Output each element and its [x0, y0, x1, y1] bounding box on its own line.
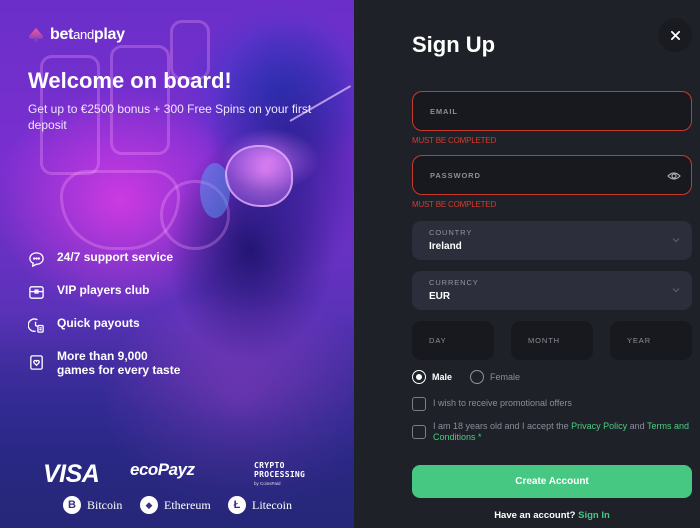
chevron-down-icon: [672, 238, 680, 243]
treasure-chest-icon: [29, 286, 44, 299]
promo-panel: betandplay Welcome on board! Get up to €…: [0, 0, 354, 528]
coin-name: Bitcoin: [87, 497, 123, 512]
crescent-icon: [234, 465, 243, 484]
bitcoin-logo: B Bitcoin: [63, 496, 122, 514]
signup-panel: Sign Up EMAIL MUST BE COMPLETED PASSWORD…: [354, 0, 700, 528]
password-error: MUST BE COMPLETED: [412, 200, 497, 209]
chevron-down-icon: [672, 288, 680, 293]
feature-item: More than 9,000 games for every taste: [28, 349, 187, 377]
password-field[interactable]: PASSWORD: [412, 155, 692, 195]
feature-label: Quick payouts: [57, 316, 140, 330]
required-marker: *: [475, 432, 482, 442]
hero-glasses-lens: [225, 145, 293, 207]
radio-label: Male: [432, 372, 453, 382]
promo-optin-checkbox-row: I wish to receive promotional offers: [412, 397, 697, 411]
year-select[interactable]: YEAR: [610, 321, 692, 360]
brand-logo[interactable]: betandplay: [28, 26, 125, 44]
have-account-text: Have an account?: [494, 510, 579, 521]
gender-radio-group: Male Female: [412, 370, 538, 384]
eye-icon[interactable]: [667, 169, 681, 183]
bitcoin-icon: B: [63, 496, 81, 514]
clock-payout-icon: [28, 318, 44, 333]
day-select[interactable]: DAY: [412, 321, 494, 360]
feature-label: More than 9,000 games for every taste: [57, 349, 181, 377]
terms-checkbox-row: I am 18 years old and I accept the Priva…: [412, 421, 697, 443]
promo-heading: Welcome on board!: [28, 68, 232, 93]
close-icon: [670, 30, 680, 40]
playing-card-icon: [30, 355, 43, 370]
crypto-by: by CoinsPaid: [254, 481, 281, 486]
email-placeholder: EMAIL: [430, 107, 458, 116]
year-placeholder: YEAR: [627, 336, 652, 345]
feature-item: VIP players club: [28, 283, 187, 301]
terms-label: I am 18 years old and I accept the Priva…: [433, 421, 689, 442]
currency-label: CURRENCY: [429, 278, 479, 287]
country-value: Ireland: [429, 241, 462, 252]
sign-in-link[interactable]: Sign In: [578, 510, 610, 521]
currency-select[interactable]: CURRENCY EUR: [412, 271, 692, 310]
ethereum-logo: ◆ Ethereum: [140, 496, 211, 514]
month-select[interactable]: MONTH: [511, 321, 593, 360]
ethereum-icon: ◆: [140, 496, 158, 514]
promo-bonus-text: Get up to €2500 bonus + 300 Free Spins o…: [28, 102, 312, 132]
gender-male-radio[interactable]: Male: [412, 370, 452, 384]
country-label: COUNTRY: [429, 228, 473, 237]
promo-optin-checkbox[interactable]: [412, 397, 426, 411]
promo-optin-label: I wish to receive promotional offers: [433, 398, 572, 408]
currency-value: EUR: [429, 291, 451, 302]
litecoin-icon: Ł: [228, 496, 246, 514]
email-field[interactable]: EMAIL: [412, 91, 692, 131]
country-select[interactable]: COUNTRY Ireland: [412, 221, 692, 260]
password-placeholder: PASSWORD: [430, 171, 481, 180]
page-title: Sign Up: [412, 32, 496, 57]
coin-name: Ethereum: [164, 497, 211, 512]
feature-item: 24/7 support service: [28, 250, 187, 268]
feature-label: 24/7 support service: [57, 250, 174, 264]
spade-logo-icon: [29, 28, 43, 42]
crypto-processing-logo: CRYPTO PROCESSING by CoinsPaid: [233, 461, 305, 488]
email-error: MUST BE COMPLETED: [412, 136, 497, 145]
gender-female-radio[interactable]: Female: [470, 370, 520, 384]
chat-support-icon: [29, 252, 44, 268]
day-placeholder: DAY: [429, 336, 447, 345]
radio-label: Female: [490, 372, 521, 382]
feature-list: 24/7 support service VIP players club Qu…: [28, 250, 187, 392]
create-account-button[interactable]: Create Account: [412, 465, 692, 498]
sign-in-prompt: Have an account? Sign In: [412, 510, 692, 521]
brand-name: betandplay: [50, 26, 125, 43]
crypto-line2: PROCESSING: [254, 470, 306, 479]
coin-name: Litecoin: [252, 497, 292, 512]
crypto-line1: CRYPTO: [254, 461, 285, 470]
visa-logo: VISA: [43, 460, 100, 488]
month-placeholder: MONTH: [528, 336, 560, 345]
litecoin-logo: Ł Litecoin: [228, 496, 292, 514]
ecopayz-logo: ecoPayz: [130, 460, 195, 479]
terms-checkbox[interactable]: [412, 425, 426, 439]
feature-item: Quick payouts: [28, 316, 187, 334]
feature-label: VIP players club: [57, 283, 150, 297]
privacy-policy-link[interactable]: Privacy Policy: [571, 421, 627, 431]
close-button[interactable]: [658, 18, 692, 52]
neon-decoration: [110, 45, 170, 155]
